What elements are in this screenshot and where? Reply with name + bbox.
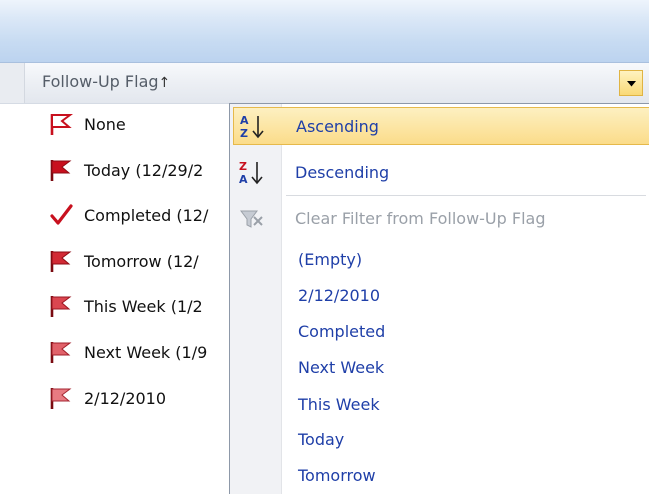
outline-flag-icon bbox=[50, 114, 73, 135]
flag-icon bbox=[50, 342, 72, 363]
filter-dropdown-button[interactable] bbox=[619, 70, 643, 96]
column-header-follow-up-flag[interactable]: Follow-Up Flag↑ bbox=[0, 63, 649, 104]
svg-text:A: A bbox=[239, 173, 248, 186]
flag-icon bbox=[50, 388, 72, 409]
list-item[interactable]: Today (12/29/2 bbox=[0, 150, 240, 190]
list-item[interactable]: Completed (12/ bbox=[0, 195, 240, 235]
sort-ascending-icon: A Z bbox=[240, 114, 264, 140]
clear-filter-menu-item[interactable]: Clear Filter from Follow-Up Flag bbox=[233, 200, 649, 238]
filter-value-this-week[interactable]: This Week bbox=[298, 395, 380, 414]
sort-up-arrow-icon: ↑ bbox=[158, 75, 171, 91]
flag-icon bbox=[50, 160, 72, 181]
filter-dropdown-menu: A Z Ascending Z A Descending Clear Filte… bbox=[229, 103, 649, 494]
filter-value-next-week[interactable]: Next Week bbox=[298, 358, 384, 377]
svg-text:Z: Z bbox=[239, 160, 247, 173]
list-item[interactable]: Tomorrow (12/ bbox=[0, 241, 240, 281]
list-item-label: 2/12/2010 bbox=[84, 389, 167, 408]
sort-ascending-label: Ascending bbox=[296, 117, 379, 136]
list-item-label: Today (12/29/2 bbox=[84, 161, 204, 180]
dropdown-arrow-icon bbox=[627, 81, 636, 87]
filter-value-today[interactable]: Today bbox=[298, 430, 344, 449]
sort-descending-icon: Z A bbox=[239, 160, 263, 186]
column-header-label: Follow-Up Flag bbox=[42, 72, 159, 91]
sort-descending-menu-item[interactable]: Z A Descending bbox=[233, 154, 649, 192]
list-item[interactable]: This Week (1/2 bbox=[0, 286, 240, 326]
column-header-left-strip bbox=[0, 63, 25, 103]
column-header-title: Follow-Up Flag↑ bbox=[42, 72, 170, 91]
list-item-label: None bbox=[84, 115, 126, 134]
sort-ascending-menu-item[interactable]: A Z Ascending bbox=[233, 107, 649, 145]
svg-text:Z: Z bbox=[240, 127, 248, 140]
list-item[interactable]: None bbox=[0, 104, 240, 144]
flag-icon bbox=[50, 251, 72, 272]
checkmark-icon bbox=[50, 204, 73, 225]
menu-separator bbox=[286, 195, 646, 196]
svg-text:A: A bbox=[240, 114, 249, 127]
list-item[interactable]: Next Week (1/9 bbox=[0, 332, 240, 372]
filter-value-2-12-2010[interactable]: 2/12/2010 bbox=[298, 286, 380, 305]
list-item-label: This Week (1/2 bbox=[84, 297, 203, 316]
filter-value-completed[interactable]: Completed bbox=[298, 322, 385, 341]
list-item-label: Next Week (1/9 bbox=[84, 343, 208, 362]
clear-filter-label: Clear Filter from Follow-Up Flag bbox=[295, 209, 546, 228]
list-item-label: Completed (12/ bbox=[84, 206, 209, 225]
title-bar bbox=[0, 0, 649, 63]
filter-value-tomorrow[interactable]: Tomorrow bbox=[298, 466, 376, 485]
filter-value-empty[interactable]: (Empty) bbox=[298, 250, 362, 269]
clear-filter-icon bbox=[240, 210, 263, 228]
list-item-label: Tomorrow (12/ bbox=[84, 252, 199, 271]
sort-descending-label: Descending bbox=[295, 163, 390, 182]
list-item[interactable]: 2/12/2010 bbox=[0, 378, 240, 418]
flag-icon bbox=[50, 296, 72, 317]
